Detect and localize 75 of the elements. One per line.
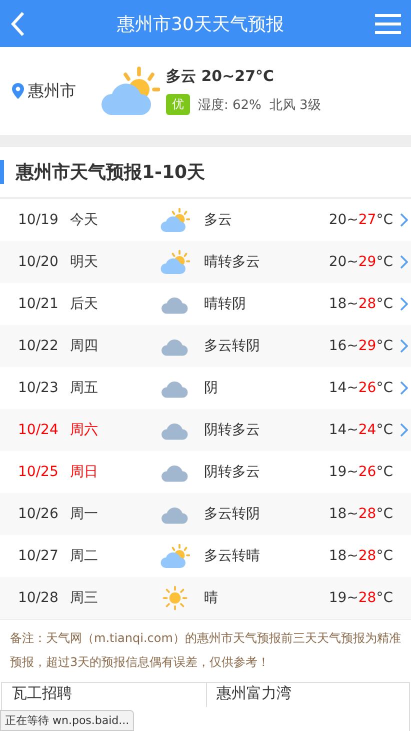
link-item[interactable]: 惠州富力湾 [206, 683, 409, 707]
forecast-date: 10/20 [18, 254, 60, 270]
cloud-sun-icon [160, 207, 190, 233]
forecast-weather: 多云转阴 [204, 337, 261, 355]
temperature-range: 19~28°C [328, 590, 393, 606]
sun-icon [160, 585, 190, 611]
forecast-date: 10/23 [18, 380, 60, 396]
temperature-range: 18~28°C [328, 296, 393, 312]
back-icon[interactable] [10, 10, 26, 36]
cloud-sun-icon [100, 65, 160, 117]
forecast-date: 10/21 [18, 296, 60, 312]
forecast-row[interactable]: 10/22 周四 多云转阴 16~29°C [0, 325, 411, 367]
chevron-icon[interactable] [400, 339, 408, 353]
forecast-weather: 晴转阴 [204, 295, 247, 313]
city-name: 惠州市 [28, 80, 76, 102]
forecast-day: 周一 [70, 505, 160, 523]
link-item[interactable]: 瓦工招聘 [2, 683, 206, 707]
location-pin-icon [12, 83, 24, 99]
forecast-date: 10/26 [18, 506, 60, 522]
weather-summary: 多云 20~27°C [166, 67, 276, 86]
forecast-row[interactable]: 10/25 周日 阴转多云 19~26°C [0, 451, 411, 493]
forecast-day: 周六 [70, 421, 160, 439]
forecast-weather: 晴 [204, 589, 219, 607]
humidity-text: 湿度: 62% [198, 96, 262, 114]
forecast-date: 10/28 [18, 590, 60, 606]
wind-text: 北风 3级 [269, 96, 321, 114]
page-title: 惠州市30天天气预报 [117, 12, 284, 36]
forecast-date: 10/24 [18, 422, 60, 438]
temperature-range: 18~28°C [328, 506, 393, 522]
forecast-weather: 阴转多云 [204, 463, 261, 481]
temperature-range: 18~28°C [328, 548, 393, 564]
forecast-date: 10/19 [18, 212, 60, 228]
temperature-range: 16~29°C [328, 338, 393, 354]
forecast-day: 后天 [70, 295, 160, 313]
air-quality-badge: 优 [166, 94, 190, 115]
forecast-row[interactable]: 10/20 明天 晴转多云 20~29°C [0, 241, 411, 283]
menu-icon[interactable] [375, 12, 401, 34]
forecast-row[interactable]: 10/19 今天 多云 20~27°C [0, 199, 411, 241]
temperature-range: 14~24°C [328, 422, 393, 438]
temperature-range: 20~29°C [328, 254, 393, 270]
forecast-weather: 晴转多云 [204, 253, 261, 271]
temperature-range: 19~26°C [328, 464, 393, 480]
forecast-date: 10/25 [18, 464, 60, 480]
note-text: 备注：天气网（m.tianqi.com）的惠州市天气预报前三天天气预报为精准预报，超过3天的预报信息偶有误差，仅供参考！ [0, 619, 411, 678]
cloud-sun-icon [160, 543, 190, 569]
chevron-icon[interactable] [400, 255, 408, 269]
forecast-day: 周五 [70, 379, 160, 397]
forecast-weather: 阴 [204, 379, 219, 397]
cloud-sun-icon [160, 249, 190, 275]
forecast-weather: 多云转阴 [204, 505, 261, 523]
forecast-day: 明天 [70, 253, 160, 271]
forecast-date: 10/27 [18, 548, 60, 564]
forecast-day: 周二 [70, 547, 160, 565]
forecast-row[interactable]: 10/23 周五 阴 14~26°C [0, 367, 411, 409]
forecast-weather: 阴转多云 [204, 421, 261, 439]
forecast-row[interactable]: 10/27 周二 多云转晴 18~28°C [0, 535, 411, 577]
forecast-row[interactable]: 10/26 周一 多云转阴 18~28°C [0, 493, 411, 535]
forecast-row[interactable]: 10/21 后天 晴转阴 18~28°C [0, 283, 411, 325]
forecast-day: 今天 [70, 211, 160, 229]
forecast-date: 10/22 [18, 338, 60, 354]
forecast-row[interactable]: 10/28 周三 晴 19~28°C [0, 577, 411, 619]
forecast-day: 周日 [70, 463, 160, 481]
temperature-range: 20~27°C [328, 212, 393, 228]
chevron-icon[interactable] [400, 213, 408, 227]
temperature-range: 14~26°C [328, 380, 393, 396]
forecast-day: 周三 [70, 589, 160, 607]
forecast-row[interactable]: 10/24 周六 阴转多云 14~24°C [0, 409, 411, 451]
section-title: 惠州市天气预报1-10天 [16, 161, 206, 184]
chevron-icon[interactable] [400, 381, 408, 395]
forecast-day: 周四 [70, 337, 160, 355]
forecast-weather: 多云转晴 [204, 547, 261, 565]
chevron-icon[interactable] [400, 297, 408, 311]
chevron-icon[interactable] [400, 423, 408, 437]
status-tooltip: 正在等待 wn.pos.baid... [0, 710, 134, 731]
forecast-weather: 多云 [204, 211, 233, 229]
